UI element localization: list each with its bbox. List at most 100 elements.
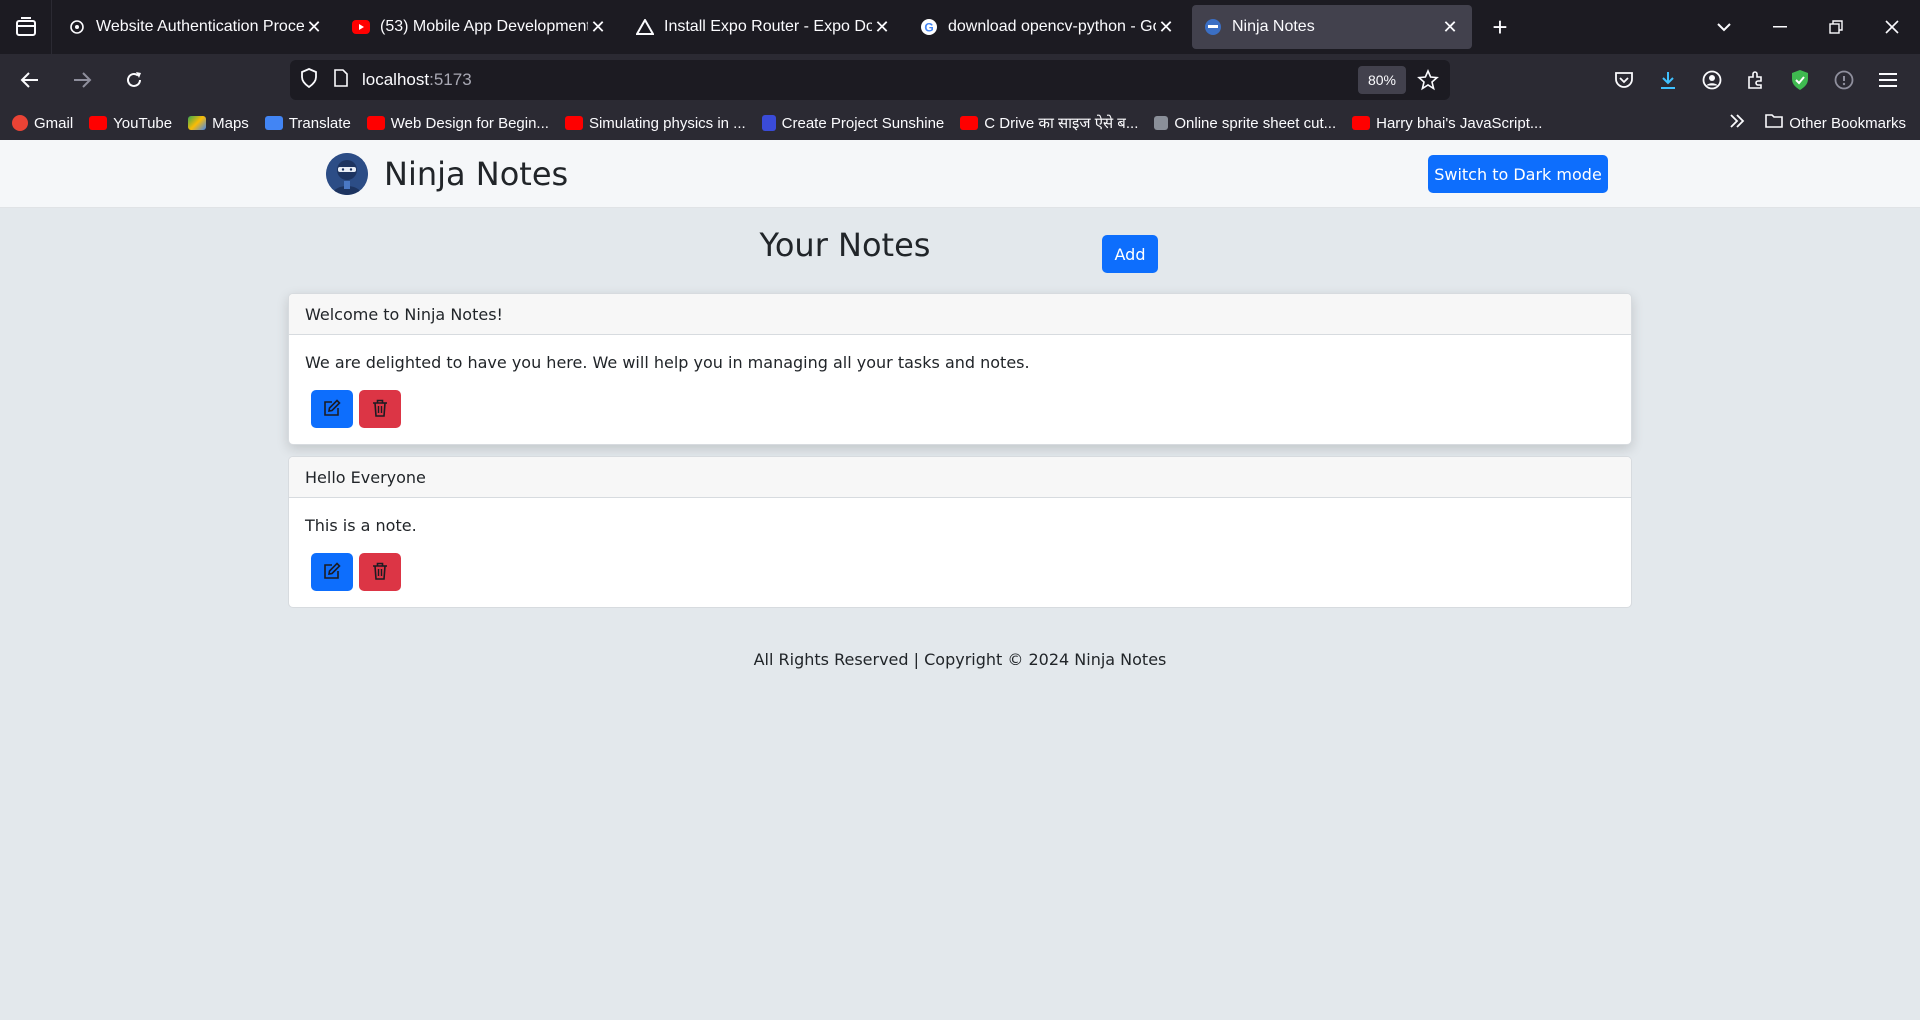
bookmark-gmail[interactable]: Gmail bbox=[12, 115, 73, 132]
translate-icon bbox=[264, 116, 283, 130]
bookmark-star-icon[interactable] bbox=[1414, 66, 1442, 94]
tab-title: Website Authentication Process bbox=[96, 18, 304, 35]
tab-mobile-app-development[interactable]: (53) Mobile App Development ✕ bbox=[340, 5, 620, 49]
page-title: Your Notes bbox=[759, 226, 931, 264]
footer-copyright: All Rights Reserved | Copyright © 2024 N… bbox=[753, 650, 1167, 669]
trash-icon bbox=[372, 562, 388, 583]
youtube-icon bbox=[89, 116, 108, 130]
ninja-logo-icon bbox=[326, 153, 368, 195]
tab-title: download opencv-python - Goo bbox=[948, 18, 1156, 35]
restore-icon[interactable] bbox=[1808, 0, 1864, 54]
page-icon[interactable] bbox=[334, 68, 348, 92]
close-tab-icon[interactable]: ✕ bbox=[1156, 17, 1176, 38]
add-note-button[interactable]: Add bbox=[1102, 235, 1158, 273]
close-tab-icon[interactable]: ✕ bbox=[588, 17, 608, 38]
tab-install-expo-router[interactable]: Install Expo Router - Expo Docu ✕ bbox=[624, 5, 904, 49]
note-body: This is a note. bbox=[305, 516, 417, 535]
bookmarks-bar: Gmail YouTube Maps Translate Web Design … bbox=[0, 106, 1920, 140]
close-window-icon[interactable] bbox=[1864, 0, 1920, 54]
navigation-toolbar: localhost:5173 80% bbox=[0, 54, 1920, 106]
sprite-tool-icon bbox=[1154, 116, 1169, 130]
note-body: We are delighted to have you here. We wi… bbox=[305, 353, 1030, 372]
bookmark-label: Gmail bbox=[34, 114, 74, 132]
close-tab-icon[interactable]: ✕ bbox=[1440, 17, 1460, 38]
bookmark-simulating-physics[interactable]: Simulating physics in ... bbox=[564, 114, 746, 132]
youtube-icon bbox=[352, 18, 370, 36]
bookmark-label: Maps bbox=[212, 114, 249, 132]
app-navbar: Ninja Notes Switch to Dark mode bbox=[0, 140, 1920, 208]
svg-text:G: G bbox=[924, 21, 933, 35]
tab-ninja-notes[interactable]: Ninja Notes ✕ bbox=[1192, 5, 1472, 49]
menu-icon[interactable] bbox=[1866, 60, 1910, 100]
pocket-icon[interactable] bbox=[1602, 60, 1646, 100]
brand[interactable]: Ninja Notes bbox=[326, 153, 568, 195]
tab-bar: Website Authentication Process ✕ (53) Mo… bbox=[0, 0, 1920, 54]
youtube-icon bbox=[366, 116, 385, 130]
extensions-icon[interactable] bbox=[1734, 60, 1778, 100]
trash-icon bbox=[372, 399, 388, 420]
youtube-icon bbox=[960, 116, 979, 130]
url-text[interactable]: localhost:5173 bbox=[362, 70, 472, 90]
bookmark-sprite-sheet[interactable]: Online sprite sheet cut... bbox=[1154, 115, 1336, 132]
tab-list-icon[interactable] bbox=[0, 0, 52, 54]
reload-icon[interactable] bbox=[112, 60, 156, 100]
brand-name: Ninja Notes bbox=[384, 155, 569, 193]
adblock-shield-icon[interactable] bbox=[1778, 60, 1822, 100]
bookmark-label: YouTube bbox=[113, 114, 173, 132]
bookmark-label: Online sprite sheet cut... bbox=[1174, 114, 1337, 132]
new-tab-icon[interactable]: + bbox=[1478, 5, 1522, 49]
account-icon[interactable] bbox=[1690, 60, 1734, 100]
bookmark-label: Web Design for Begin... bbox=[390, 114, 549, 132]
google-icon bbox=[12, 115, 28, 131]
note-card: Welcome to Ninja Notes! We are delighted… bbox=[288, 293, 1632, 445]
address-bar[interactable]: localhost:5173 80% bbox=[290, 60, 1450, 100]
shield-icon[interactable] bbox=[300, 67, 318, 93]
bookmark-harry-javascript[interactable]: Harry bhai's JavaScript... bbox=[1352, 115, 1542, 132]
folder-icon bbox=[1765, 114, 1784, 132]
downloads-icon[interactable] bbox=[1646, 60, 1690, 100]
expo-icon bbox=[636, 18, 654, 36]
extension-info-icon[interactable] bbox=[1822, 60, 1866, 100]
bookmark-c-drive[interactable]: C Drive का साइज ऐसे ब... bbox=[960, 113, 1138, 133]
tab-title: (53) Mobile App Development bbox=[380, 18, 588, 35]
tab-website-authentication[interactable]: Website Authentication Process ✕ bbox=[56, 5, 336, 49]
bookmark-translate[interactable]: Translate bbox=[264, 114, 351, 132]
edit-note-button[interactable] bbox=[311, 390, 353, 428]
bookmark-youtube[interactable]: YouTube bbox=[89, 115, 172, 132]
bookmark-label: Translate bbox=[288, 114, 351, 132]
note-card: Hello Everyone This is a note. bbox=[288, 456, 1632, 608]
edit-note-button[interactable] bbox=[311, 553, 353, 591]
note-title: Hello Everyone bbox=[289, 457, 1631, 498]
google-icon: G bbox=[920, 18, 938, 36]
note-title: Welcome to Ninja Notes! bbox=[289, 294, 1631, 335]
more-bookmarks-icon[interactable] bbox=[1729, 114, 1745, 132]
other-bookmarks[interactable]: Other Bookmarks bbox=[1789, 115, 1906, 132]
tab-title: Ninja Notes bbox=[1232, 18, 1315, 35]
bookmark-project-sunshine[interactable]: Create Project Sunshine bbox=[761, 114, 945, 132]
bookmark-label: Simulating physics in ... bbox=[588, 114, 746, 132]
url-host: localhost bbox=[362, 70, 430, 89]
ninja-icon bbox=[1204, 18, 1222, 36]
back-icon[interactable] bbox=[8, 60, 52, 100]
edit-icon bbox=[323, 398, 341, 420]
vite-icon bbox=[761, 115, 776, 131]
forward-icon[interactable] bbox=[60, 60, 104, 100]
openai-icon bbox=[68, 18, 86, 36]
tab-title: Install Expo Router - Expo Docu bbox=[664, 18, 872, 35]
delete-note-button[interactable] bbox=[359, 553, 401, 591]
zoom-indicator[interactable]: 80% bbox=[1357, 66, 1406, 94]
bookmark-label: Create Project Sunshine bbox=[781, 114, 945, 132]
delete-note-button[interactable] bbox=[359, 390, 401, 428]
dark-mode-toggle-button[interactable]: Switch to Dark mode bbox=[1428, 155, 1608, 193]
tab-download-opencv[interactable]: G download opencv-python - Goo ✕ bbox=[908, 5, 1188, 49]
close-tab-icon[interactable]: ✕ bbox=[872, 17, 892, 38]
maps-icon bbox=[188, 116, 207, 130]
bookmark-maps[interactable]: Maps bbox=[188, 115, 249, 132]
minimize-icon[interactable] bbox=[1752, 0, 1808, 54]
bookmark-web-design[interactable]: Web Design for Begin... bbox=[366, 114, 549, 132]
list-all-tabs-icon[interactable] bbox=[1696, 0, 1752, 54]
close-tab-icon[interactable]: ✕ bbox=[304, 17, 324, 38]
youtube-icon bbox=[564, 116, 583, 130]
bookmark-label: Harry bhai's JavaScript... bbox=[1376, 114, 1543, 132]
youtube-icon bbox=[1352, 116, 1371, 130]
